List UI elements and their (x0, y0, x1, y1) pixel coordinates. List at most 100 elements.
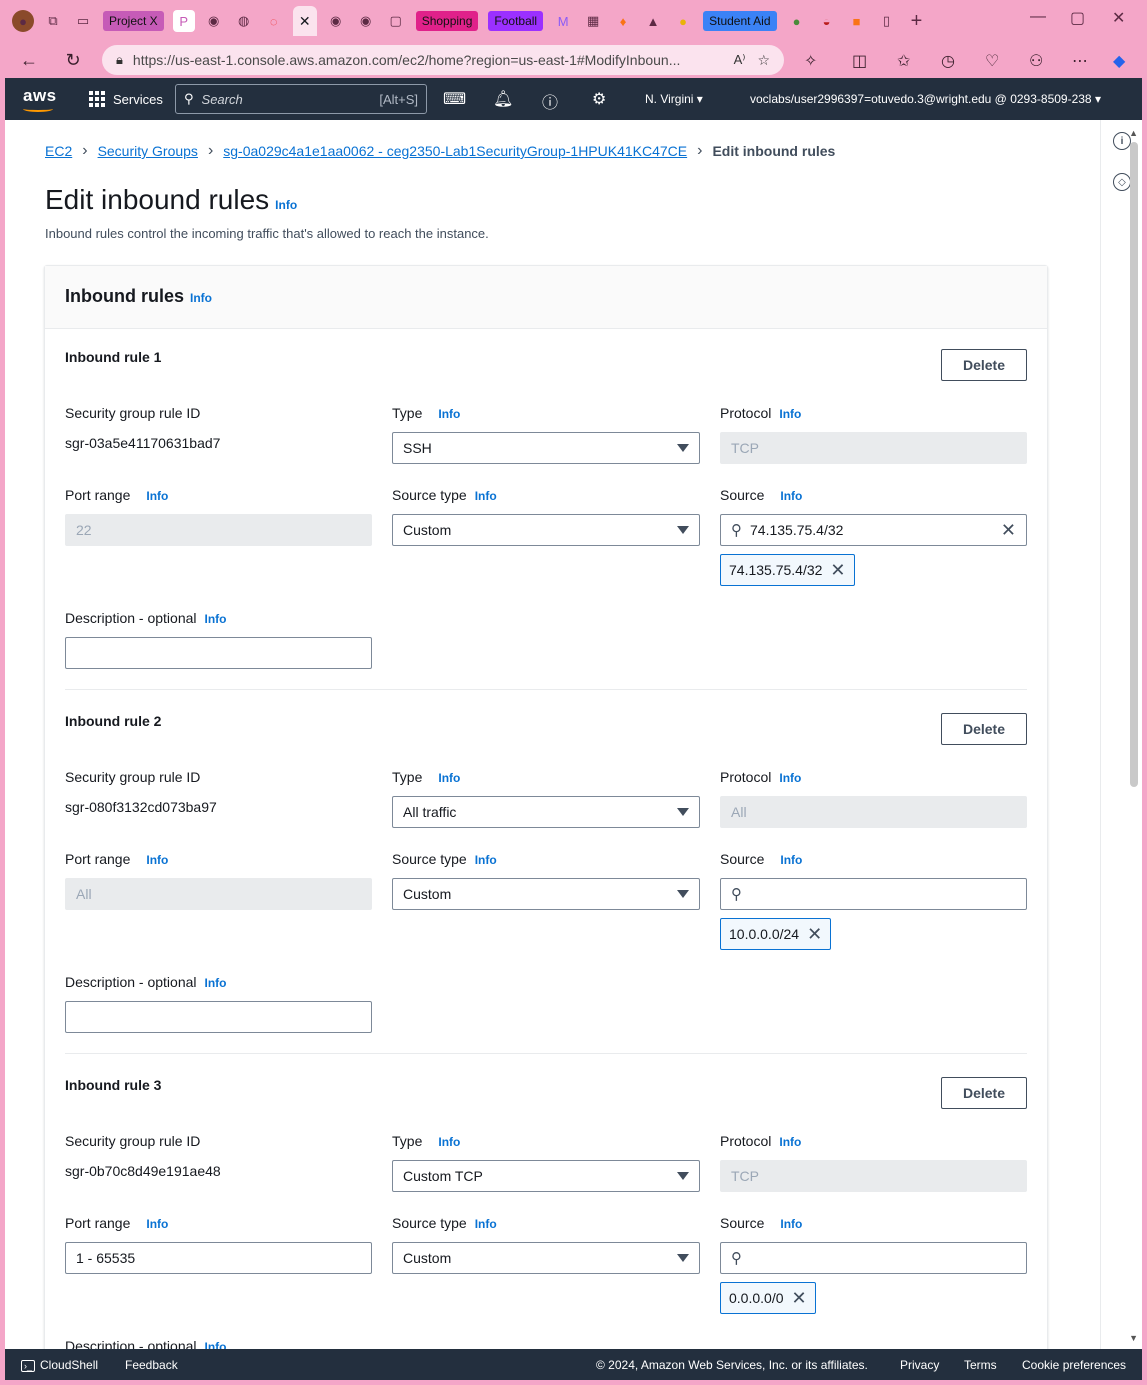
cloudshell-link[interactable]: ›_ CloudShell (21, 1358, 98, 1372)
source-type-select[interactable]: Custom (392, 1242, 700, 1274)
info-link[interactable]: Info (779, 771, 801, 785)
read-aloud-icon[interactable]: A⁾ (734, 52, 746, 68)
services-menu[interactable]: Services (89, 91, 163, 107)
description-input[interactable] (65, 637, 372, 669)
tutorial-icon[interactable]: ◇ (1113, 173, 1131, 191)
tab-a-icon[interactable]: ▲ (642, 10, 664, 32)
source-search-input[interactable]: ⚲ (720, 1242, 1027, 1274)
scroll-down-icon[interactable]: ▼ (1129, 1333, 1138, 1343)
tab-active-close-icon[interactable]: ✕ (292, 6, 317, 36)
tab-p-icon[interactable]: P (172, 10, 195, 32)
cookie-preferences-link[interactable]: Cookie preferences (1022, 1358, 1126, 1372)
url-field[interactable]: 🔒︎ https://us-east-1.console.aws.amazon.… (102, 45, 784, 75)
port-range-input[interactable]: 1 - 65535 (65, 1242, 372, 1274)
tab-spot-icon[interactable]: ● (672, 10, 694, 32)
tab-circle-icon[interactable]: ◌ (263, 10, 285, 32)
tab-blank-icon[interactable]: ▯ (876, 10, 898, 32)
type-select[interactable]: All traffic (392, 796, 700, 828)
tab-actions-icon[interactable]: ▭ (72, 10, 94, 32)
source-search-input[interactable]: ⚲ (720, 878, 1027, 910)
breadcrumb-security-group[interactable]: sg-0a029c4a1e1aa0062 - ceg2350-Lab1Secur… (223, 143, 687, 159)
info-link[interactable]: Info (780, 489, 802, 503)
source-search-input[interactable]: ⚲ 74.135.75.4/32 ✕ (720, 514, 1027, 546)
extensions-icon[interactable]: ✧ (804, 51, 817, 71)
info-link[interactable]: Info (205, 976, 227, 990)
delete-rule-button[interactable]: Delete (941, 349, 1027, 381)
scroll-up-icon[interactable]: ▲ (1129, 128, 1138, 138)
info-link[interactable]: Info (438, 1135, 460, 1149)
info-link[interactable]: Info (438, 771, 460, 785)
delete-rule-button[interactable]: Delete (941, 1077, 1027, 1109)
tab-flame-icon[interactable]: ♦ (612, 10, 634, 32)
info-link[interactable]: Info (146, 489, 168, 503)
health-icon[interactable]: ♡ (985, 51, 999, 71)
tab-leaf-icon[interactable]: ● (786, 10, 808, 32)
info-link[interactable]: Info (146, 1217, 168, 1231)
tab-github-icon[interactable]: ◉ (203, 10, 225, 32)
settings-gear-icon[interactable]: ⚙ (592, 89, 606, 109)
tab-orange-icon[interactable]: ■ (846, 10, 868, 32)
account-menu[interactable]: voclabs/user2996397=otuvedo.3@wright.edu… (750, 92, 1101, 106)
tab-shopping[interactable]: Shopping (415, 11, 479, 31)
remove-token-icon[interactable]: ✕ (807, 924, 822, 945)
favorites-icon[interactable]: ✩ (897, 51, 910, 71)
description-input[interactable] (65, 1001, 372, 1033)
info-link[interactable]: Info (475, 1217, 497, 1231)
close-window-icon[interactable]: ✕ (1112, 8, 1125, 28)
tab-half-icon[interactable]: ◒ (816, 10, 838, 32)
info-link[interactable]: Info (190, 291, 212, 305)
copilot-icon[interactable]: ◆ (1113, 51, 1125, 71)
history-icon[interactable]: ◷ (941, 51, 955, 71)
new-tab-icon[interactable]: + (906, 10, 928, 32)
info-link[interactable]: Info (205, 612, 227, 626)
source-type-select[interactable]: Custom (392, 878, 700, 910)
profile-avatar[interactable]: ● (12, 10, 34, 32)
tab-github-icon-2[interactable]: ◉ (325, 10, 347, 32)
workspaces-icon[interactable]: ⧉ (42, 10, 64, 32)
type-select[interactable]: Custom TCP (392, 1160, 700, 1192)
back-icon[interactable]: ← (14, 50, 44, 71)
info-link[interactable]: Info (205, 1340, 227, 1349)
minimize-icon[interactable]: — (1030, 8, 1046, 26)
info-link[interactable]: Info (146, 853, 168, 867)
performance-icon[interactable]: ⚇ (1029, 51, 1043, 71)
info-link[interactable]: Info (275, 198, 297, 212)
clear-icon[interactable]: ✕ (1001, 520, 1016, 541)
info-link[interactable]: Info (475, 489, 497, 503)
info-link[interactable]: Info (438, 407, 460, 421)
region-selector[interactable]: N. Virgini ▾ (645, 92, 703, 106)
breadcrumb-security-groups[interactable]: Security Groups (98, 143, 198, 159)
scrollbar-thumb[interactable] (1130, 142, 1138, 787)
feedback-link[interactable]: Feedback (125, 1358, 178, 1372)
tab-github-icon-3[interactable]: ◉ (355, 10, 377, 32)
info-link[interactable]: Info (780, 853, 802, 867)
maximize-icon[interactable]: ▢ (1070, 8, 1085, 28)
tab-doc-icon[interactable]: ▦ (582, 10, 604, 32)
split-screen-icon[interactable]: ◫ (852, 51, 867, 71)
type-select[interactable]: SSH (392, 432, 700, 464)
tab-m-icon[interactable]: M (552, 10, 574, 32)
aws-logo[interactable]: aws (23, 86, 57, 112)
info-link[interactable]: Info (779, 407, 801, 421)
console-search[interactable]: ⚲ Search [Alt+S] (175, 84, 427, 114)
remove-token-icon[interactable]: ✕ (792, 1288, 807, 1309)
info-link[interactable]: Info (780, 1217, 802, 1231)
remove-token-icon[interactable]: ✕ (830, 560, 845, 581)
info-link[interactable]: Info (475, 853, 497, 867)
tab-student-aid[interactable]: Student Aid (703, 11, 777, 31)
help-icon[interactable]: ⓘ (542, 89, 558, 113)
favorite-star-icon[interactable]: ☆ (757, 52, 770, 69)
notifications-bell-icon[interactable]: 🔔︎ (493, 89, 513, 109)
tab-page-icon[interactable]: ▢ (385, 10, 407, 32)
tab-football[interactable]: Football (488, 11, 544, 31)
refresh-icon[interactable]: ↻ (58, 50, 88, 71)
breadcrumb-ec2[interactable]: EC2 (45, 143, 72, 159)
privacy-link[interactable]: Privacy (900, 1358, 939, 1372)
tab-media-icon[interactable]: ◍ (233, 10, 255, 32)
more-icon[interactable]: ⋯ (1072, 51, 1088, 71)
delete-rule-button[interactable]: Delete (941, 713, 1027, 745)
info-link[interactable]: Info (779, 1135, 801, 1149)
source-type-select[interactable]: Custom (392, 514, 700, 546)
terms-link[interactable]: Terms (964, 1358, 997, 1372)
tab-project-x[interactable]: Project X (103, 11, 164, 31)
